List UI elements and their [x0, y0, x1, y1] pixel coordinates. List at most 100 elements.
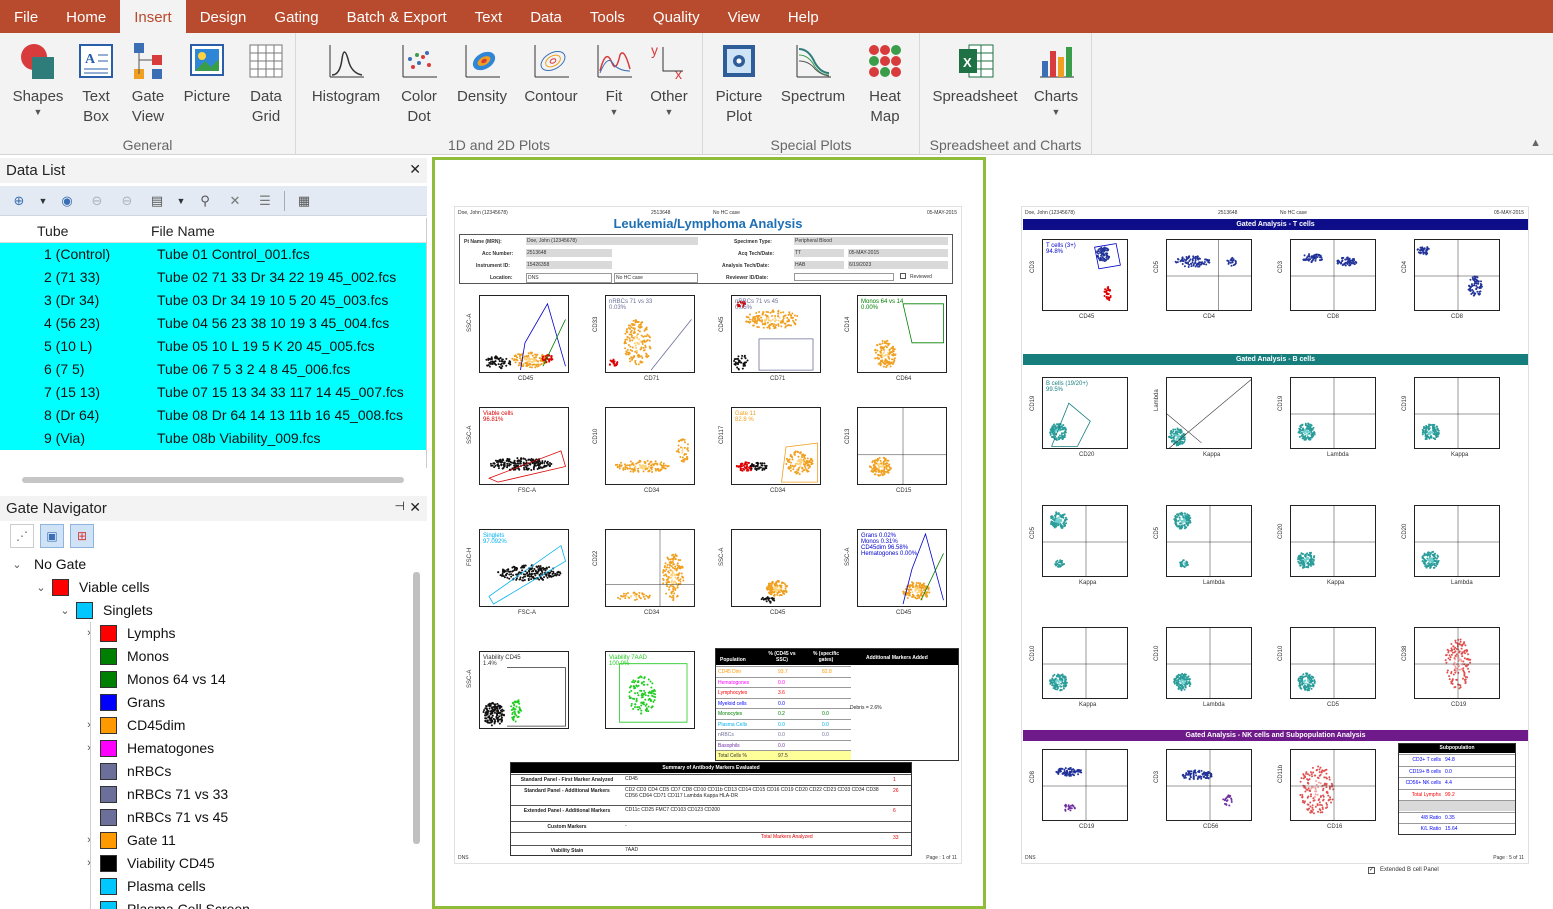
flow-plot[interactable]: CD13 CD15 — [845, 405, 951, 499]
table-row[interactable]: 1 (Control) Tube 01 Control_001.fcs — [0, 243, 426, 266]
other-button[interactable]: yx Other ▼ — [644, 41, 694, 117]
add-icon[interactable]: ⊕ — [8, 193, 30, 209]
flow-plot[interactable]: SSC-A CD45 — [467, 293, 573, 387]
table-row[interactable]: 4 (56 23) Tube 04 56 23 38 10 19 3 45_004… — [0, 312, 426, 335]
tree-node[interactable]: Grans — [80, 691, 165, 713]
tree-node[interactable]: ⌄ Viable cells — [32, 576, 150, 598]
search-icon[interactable]: ⚲ — [194, 193, 216, 209]
table-row[interactable]: 8 (Dr 64) Tube 08 Dr 64 14 13 11b 16 45_0… — [0, 404, 426, 427]
menu-data[interactable]: Data — [516, 0, 576, 33]
flow-plot[interactable]: CD10 Lambda — [1154, 625, 1256, 713]
link-icon[interactable]: ◉ — [56, 193, 78, 209]
copy-dropdown-icon[interactable]: ▼ — [176, 196, 186, 206]
tree-node[interactable]: › Lymphs — [80, 622, 176, 644]
tree-node[interactable]: Plasma cells — [80, 875, 206, 897]
expand-icon[interactable]: › — [80, 742, 98, 754]
flow-plot[interactable]: CD4 CD8 — [1402, 237, 1504, 325]
reviewed-checkbox[interactable] — [900, 273, 906, 279]
flow-plot[interactable]: SSC-A CD45 — [719, 527, 825, 621]
menu-text[interactable]: Text — [461, 0, 517, 33]
report-page-5[interactable]: Doe, John (12345678) 2513648 No HC case … — [1021, 206, 1529, 864]
flow-plot[interactable]: CD45 CD71 nRBCs 71 vs 45 0.05% — [719, 293, 825, 387]
flow-plot[interactable]: SSC-A CD45 Grans 0.02% Monos 0.31% CD45dim… — [845, 527, 951, 621]
tree-node[interactable]: Monos — [80, 645, 169, 667]
flow-plot[interactable]: CD117 CD34 Gate 11 82.8 % — [719, 405, 825, 499]
flow-plot[interactable]: CD33 CD71 nRBCs 71 vs 33 0.03% — [593, 293, 699, 387]
menu-insert[interactable]: Insert — [120, 0, 186, 33]
menu-gating[interactable]: Gating — [260, 0, 332, 33]
column-header-tube[interactable]: Tube — [0, 218, 145, 242]
data-list-horizontal-scrollbar[interactable] — [22, 477, 404, 483]
gate-view-icon[interactable]: ▣ — [40, 524, 64, 548]
menu-home[interactable]: Home — [52, 0, 120, 33]
menu-file[interactable]: File — [0, 0, 52, 33]
expand-icon[interactable]: › — [80, 719, 98, 731]
flow-plot[interactable]: CD14 CD64 Monos 64 vs 14 0.00% — [845, 293, 951, 387]
flow-plot[interactable]: CD3 CD8 — [1278, 237, 1380, 325]
fit-button[interactable]: Fit ▼ — [592, 41, 636, 117]
tree-node[interactable]: › Hematogones — [80, 737, 214, 759]
table-row[interactable]: 9 (Via) Tube 08b Viability_009.fcs — [0, 427, 426, 450]
flow-plot[interactable]: CD22 CD34 — [593, 527, 699, 621]
expand-icon[interactable]: › — [80, 627, 98, 639]
table-row[interactable]: 5 (10 L) Tube 05 10 L 19 5 K 20 45_005.fc… — [0, 335, 426, 358]
flow-plot[interactable]: SSC-A FSC-A Viable cells 96.81% — [467, 405, 573, 499]
move-down-icon[interactable]: ⊖ — [116, 193, 138, 209]
add-dropdown-icon[interactable]: ▼ — [38, 196, 48, 206]
tree-node[interactable]: ⌄ Singlets — [56, 599, 153, 621]
flow-plot[interactable]: CD5 Lambda — [1154, 503, 1256, 591]
flow-plot[interactable]: CD3 CD45 T cells (3+) 94.8% — [1030, 237, 1132, 325]
menu-help[interactable]: Help — [774, 0, 833, 33]
menu-view[interactable]: View — [714, 0, 774, 33]
collapse-icon[interactable]: ⌄ — [8, 558, 26, 571]
histogram-button[interactable]: Histogram — [306, 41, 386, 107]
density-button[interactable]: Density — [452, 41, 512, 107]
flow-plot[interactable]: CD8 CD19 — [1030, 747, 1132, 835]
table-row[interactable]: 6 (7 5) Tube 06 7 5 3 2 4 8 45_006.fcs — [0, 358, 426, 381]
flow-plot[interactable]: Viability 7AAD 100.0% — [593, 649, 699, 743]
flow-plot[interactable]: CD19 CD20 B cells (19/20+) 99.5% — [1030, 375, 1132, 463]
flow-plot[interactable]: CD10 CD5 — [1278, 625, 1380, 713]
tree-node[interactable]: nRBCs 71 vs 33 — [80, 783, 228, 805]
menu-tools[interactable]: Tools — [576, 0, 639, 33]
tree-node[interactable]: › Viability CD45 — [80, 852, 215, 874]
properties-icon[interactable]: ▦ — [293, 193, 315, 209]
flow-plot[interactable]: CD10 CD34 — [593, 405, 699, 499]
close-data-list-icon[interactable]: ✕ — [409, 161, 421, 178]
column-header-file-name[interactable]: File Name — [145, 218, 215, 242]
table-row[interactable]: 2 (71 33) Tube 02 71 33 Dr 34 22 19 45_00… — [0, 266, 426, 289]
sort-icon[interactable]: ☰ — [254, 193, 276, 209]
collapse-icon[interactable]: ⌄ — [32, 581, 50, 594]
flow-plot[interactable]: SSC-A Viability CD45 1.4% — [467, 649, 573, 743]
spreadsheet-button[interactable]: X Spreadsheet — [930, 41, 1020, 107]
spectrum-button[interactable]: Spectrum — [777, 41, 849, 107]
tree-node[interactable]: Plasma Cell Screen — [80, 898, 250, 909]
tree-node[interactable]: nRBCs — [80, 760, 171, 782]
gate-tree-icon[interactable]: ⊞ — [70, 524, 94, 548]
expand-icon[interactable]: › — [80, 857, 98, 869]
expand-icon[interactable]: › — [80, 834, 98, 846]
report-page-1[interactable]: Doe, John (12345678) 2513648 No HC case … — [454, 206, 962, 864]
tree-node[interactable]: › Gate 11 — [80, 829, 176, 851]
collapse-ribbon-icon[interactable]: ▲ — [1530, 137, 1541, 149]
flow-plot[interactable]: CD5 CD4 — [1154, 237, 1256, 325]
menu-batch-export[interactable]: Batch & Export — [333, 0, 461, 33]
tree-node[interactable]: Monos 64 vs 14 — [80, 668, 226, 690]
picture-plot-button[interactable]: Picture Plot — [713, 41, 765, 127]
flow-plot[interactable]: CD20 Kappa — [1278, 503, 1380, 591]
flow-plot[interactable]: CD38 CD19 — [1402, 625, 1504, 713]
move-up-icon[interactable]: ⊖ — [86, 193, 108, 209]
menu-quality[interactable]: Quality — [639, 0, 714, 33]
color-dot-button[interactable]: Color Dot — [394, 41, 444, 127]
shapes-button[interactable]: Shapes ▼ — [10, 41, 66, 117]
flow-plot[interactable]: CD19 Kappa — [1402, 375, 1504, 463]
data-grid-button[interactable]: Data Grid — [242, 41, 290, 127]
collapse-icon[interactable]: ⌄ — [56, 604, 74, 617]
copy-icon[interactable]: ▤ — [146, 193, 168, 209]
flow-plot[interactable]: CD3 CD56 — [1154, 747, 1256, 835]
text-box-button[interactable]: A Text Box — [72, 41, 120, 127]
flow-plot[interactable]: CD5 Kappa — [1030, 503, 1132, 591]
table-row[interactable]: 7 (15 13) Tube 07 15 13 34 33 117 14 45_0… — [0, 381, 426, 404]
gate-view-button[interactable]: Gate View — [124, 41, 172, 127]
gate-list-icon[interactable]: ⋰ — [10, 524, 34, 548]
